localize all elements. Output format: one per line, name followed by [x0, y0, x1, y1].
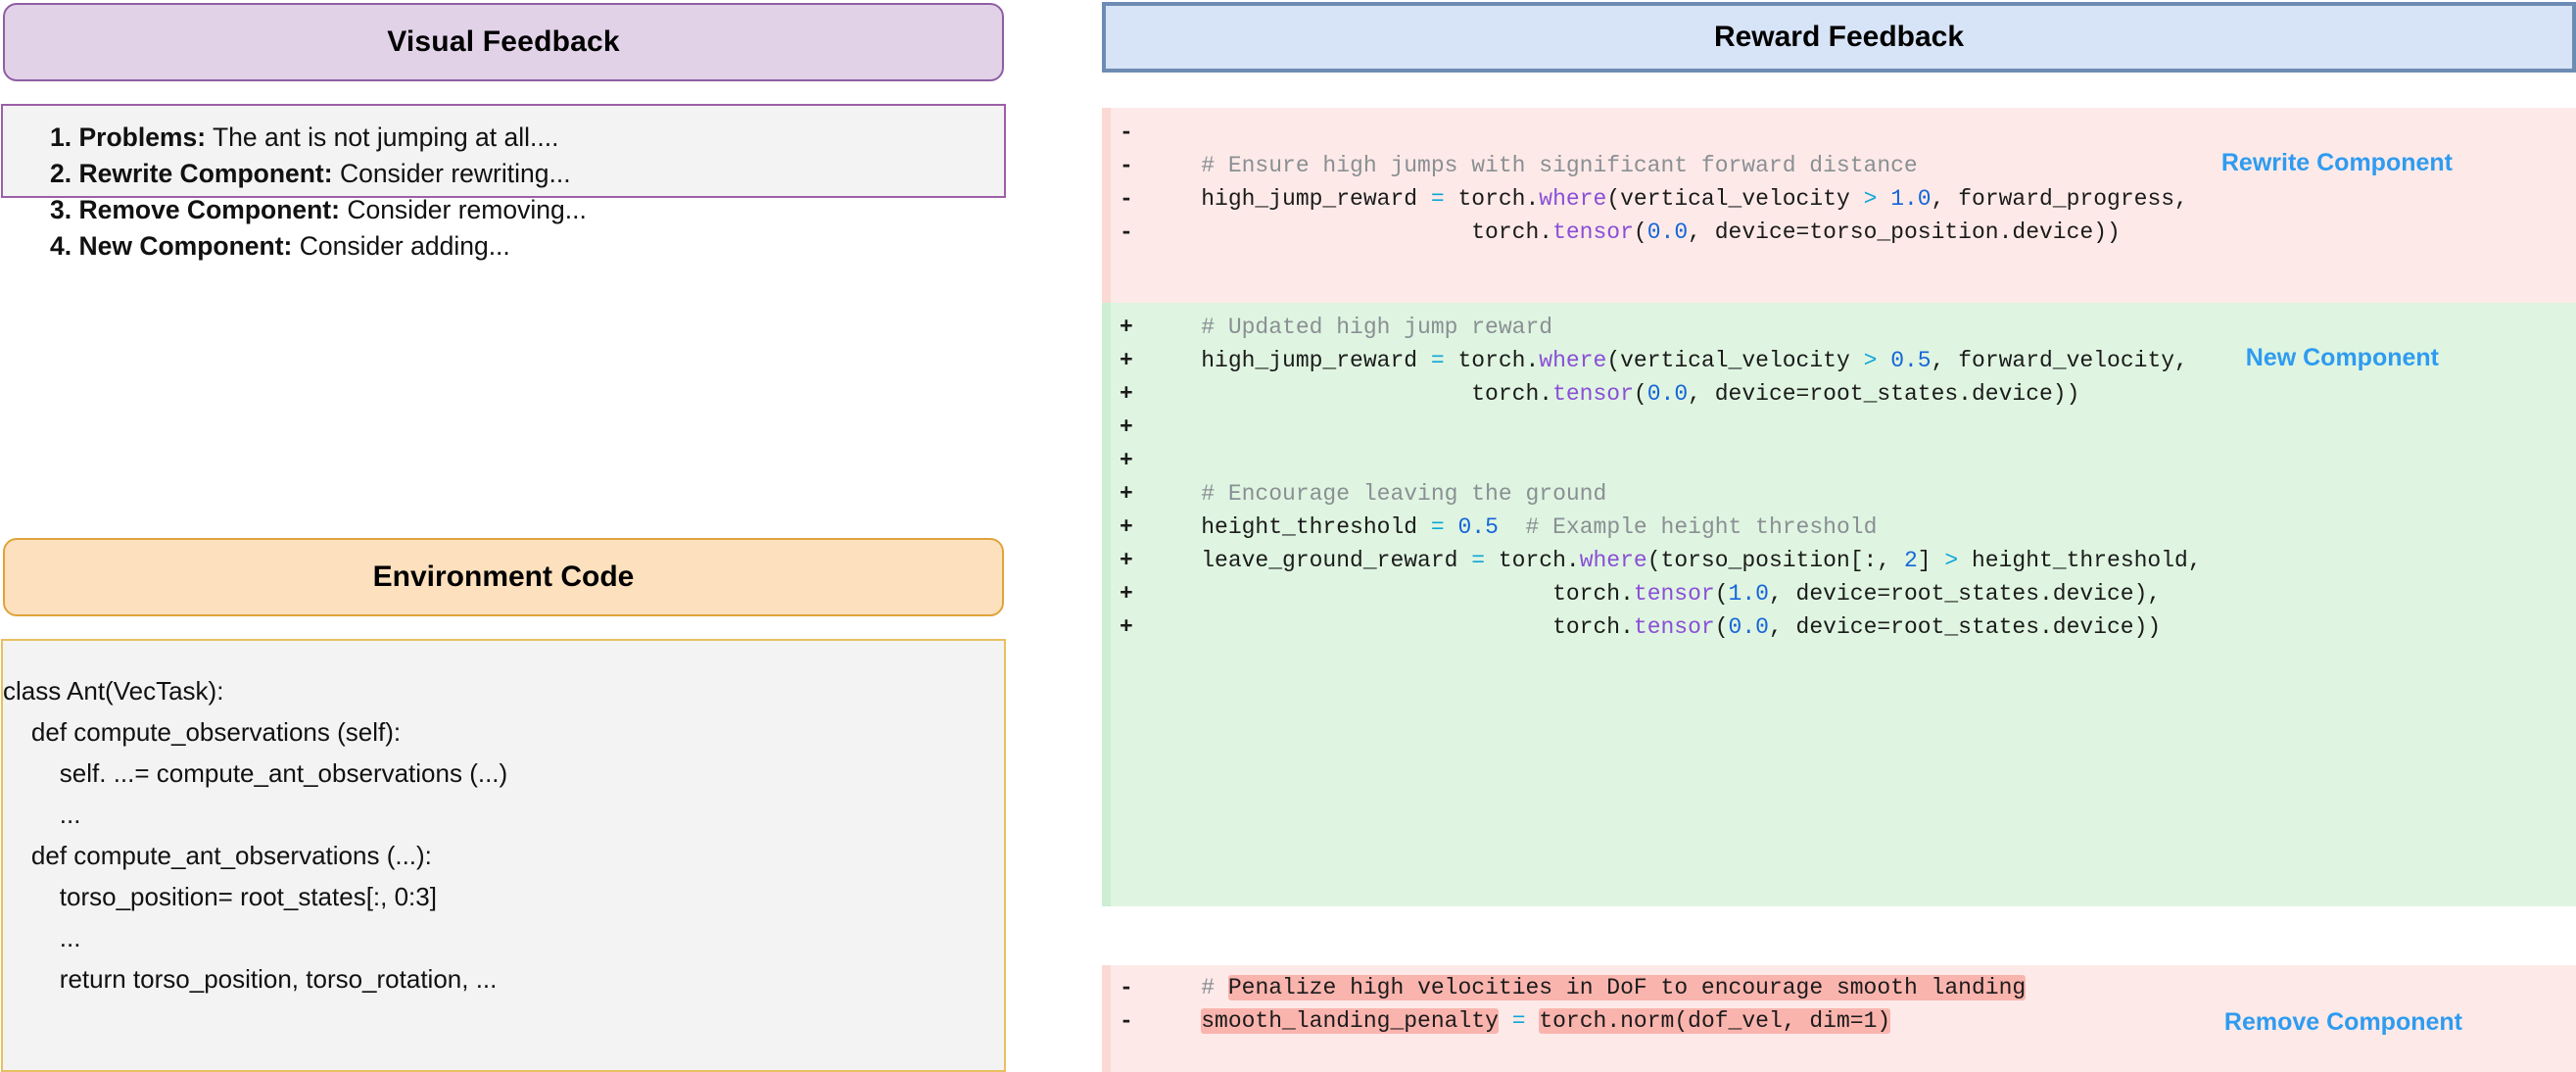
diff-line: - high_jump_reward = torch.where(vertica…	[1102, 182, 2576, 216]
code-line: def compute_ant_observations (...):	[3, 841, 432, 870]
feedback-label-3: 3. Remove Component:	[50, 195, 340, 224]
diff-line: +	[1102, 444, 2576, 477]
visual-feedback-title: Visual Feedback	[387, 25, 620, 58]
feedback-label-2: 2. Rewrite Component:	[50, 159, 333, 188]
feedback-text-4: Consider adding...	[292, 231, 510, 261]
environment-code-panel: class Ant(VecTask): def compute_observat…	[1, 639, 1006, 1072]
diff-sign: +	[1120, 315, 1133, 340]
code-comment: # Updated high jump reward	[1147, 315, 1553, 340]
diff-line: + torch.tensor(0.0, device=root_states.d…	[1102, 610, 2576, 644]
diff-line: -	[1102, 116, 2576, 149]
diff-line: + height_threshold = 0.5 # Example heigh…	[1102, 511, 2576, 544]
reward-feedback-title: Reward Feedback	[1713, 21, 1965, 53]
diff-sign: -	[1120, 153, 1133, 178]
list-item: 1. Problems: The ant is not jumping at a…	[3, 120, 1004, 156]
diff-sign: +	[1120, 581, 1133, 607]
feedback-text-3: Consider removing...	[339, 195, 587, 224]
tag-new-component: New Component	[2245, 344, 2439, 371]
tag-rewrite-component: Rewrite Component	[2220, 149, 2453, 176]
diff-sign: +	[1120, 548, 1133, 573]
diff-line: - # Penalize high velocities in DoF to e…	[1102, 971, 2576, 1004]
diff-sign: -	[1120, 186, 1133, 212]
diff-line: + # Updated high jump reward	[1102, 311, 2576, 344]
feedback-label-4: 4. New Component:	[50, 231, 293, 261]
removed-highlight: torch.norm(dof_vel, dim=1)	[1539, 1008, 1891, 1034]
code-line: ...	[3, 800, 81, 829]
code-line: class Ant(VecTask):	[3, 676, 224, 706]
code-line: def compute_observations (self):	[3, 717, 402, 747]
visual-feedback-panel: 1. Problems: The ant is not jumping at a…	[1, 104, 1006, 261]
diff-line: +	[1102, 411, 2576, 444]
diff-sign: -	[1120, 120, 1133, 145]
diff-sign: +	[1120, 614, 1133, 640]
removed-highlight: Penalize high velocities in DoF to encou…	[1227, 975, 2027, 1000]
list-item: 2. Rewrite Component: Consider rewriting…	[3, 156, 1004, 192]
code-line: self. ...= compute_ant_observations (...…	[3, 758, 508, 788]
right-column: Reward Feedback - - # Ensure high jumps …	[1097, 0, 2576, 1072]
diff-line: - torch.tensor(0.0, device=torso_positio…	[1102, 216, 2576, 249]
diff-sign: -	[1120, 1008, 1133, 1034]
diff-sign: -	[1120, 975, 1133, 1000]
code-line: torso_position= root_states[:, 0:3]	[3, 882, 437, 911]
diff-sign: +	[1120, 381, 1133, 407]
diff-line: + # Encourage leaving the ground	[1102, 477, 2576, 511]
code-line: return torso_position, torso_rotation, .…	[3, 964, 498, 994]
feedback-text-1: The ant is not jumping at all....	[206, 122, 559, 152]
diff-sign: -	[1120, 219, 1133, 245]
code-line: ...	[3, 923, 81, 952]
diff-sign: +	[1120, 514, 1133, 540]
code-comment: # Ensure high jumps with significant for…	[1147, 153, 1918, 178]
feedback-text-2: Consider rewriting...	[332, 159, 571, 188]
diff-sign: +	[1120, 448, 1133, 473]
code-comment: # Encourage leaving the ground	[1147, 481, 1607, 507]
tag-remove-component: Remove Component	[2223, 1008, 2462, 1036]
diff-sign: +	[1120, 348, 1133, 373]
list-item: 3. Remove Component: Consider removing..…	[3, 192, 1004, 228]
visual-feedback-header: Visual Feedback	[3, 3, 1004, 81]
diff-block-rewrite: - - # Ensure high jumps with significant…	[1102, 108, 2576, 303]
diff-line: + torch.tensor(1.0, device=root_states.d…	[1102, 577, 2576, 610]
environment-code-list: class Ant(VecTask): def compute_observat…	[3, 670, 1004, 999]
visual-feedback-list: 1. Problems: The ant is not jumping at a…	[3, 120, 1004, 265]
diff-sign: +	[1120, 481, 1133, 507]
reward-feedback-header: Reward Feedback	[1102, 2, 2576, 73]
environment-code-title: Environment Code	[372, 560, 635, 593]
left-column: Visual Feedback 1. Problems: The ant is …	[0, 0, 1097, 1072]
removed-highlight: smooth_landing_penalty	[1201, 1008, 1499, 1034]
diff-line: + leave_ground_reward = torch.where(tors…	[1102, 544, 2576, 577]
environment-code-header: Environment Code	[3, 538, 1004, 616]
list-item: 4. New Component: Consider adding...	[3, 228, 1004, 265]
diff-block-remove: - # Penalize high velocities in DoF to e…	[1102, 965, 2576, 1072]
diff-sign: +	[1120, 414, 1133, 440]
diff-line: + torch.tensor(0.0, device=root_states.d…	[1102, 377, 2576, 411]
slide-root: Visual Feedback 1. Problems: The ant is …	[0, 0, 2576, 1072]
feedback-label-1: 1. Problems:	[50, 122, 207, 152]
diff-block-new: + # Updated high jump reward + high_jump…	[1102, 303, 2576, 906]
